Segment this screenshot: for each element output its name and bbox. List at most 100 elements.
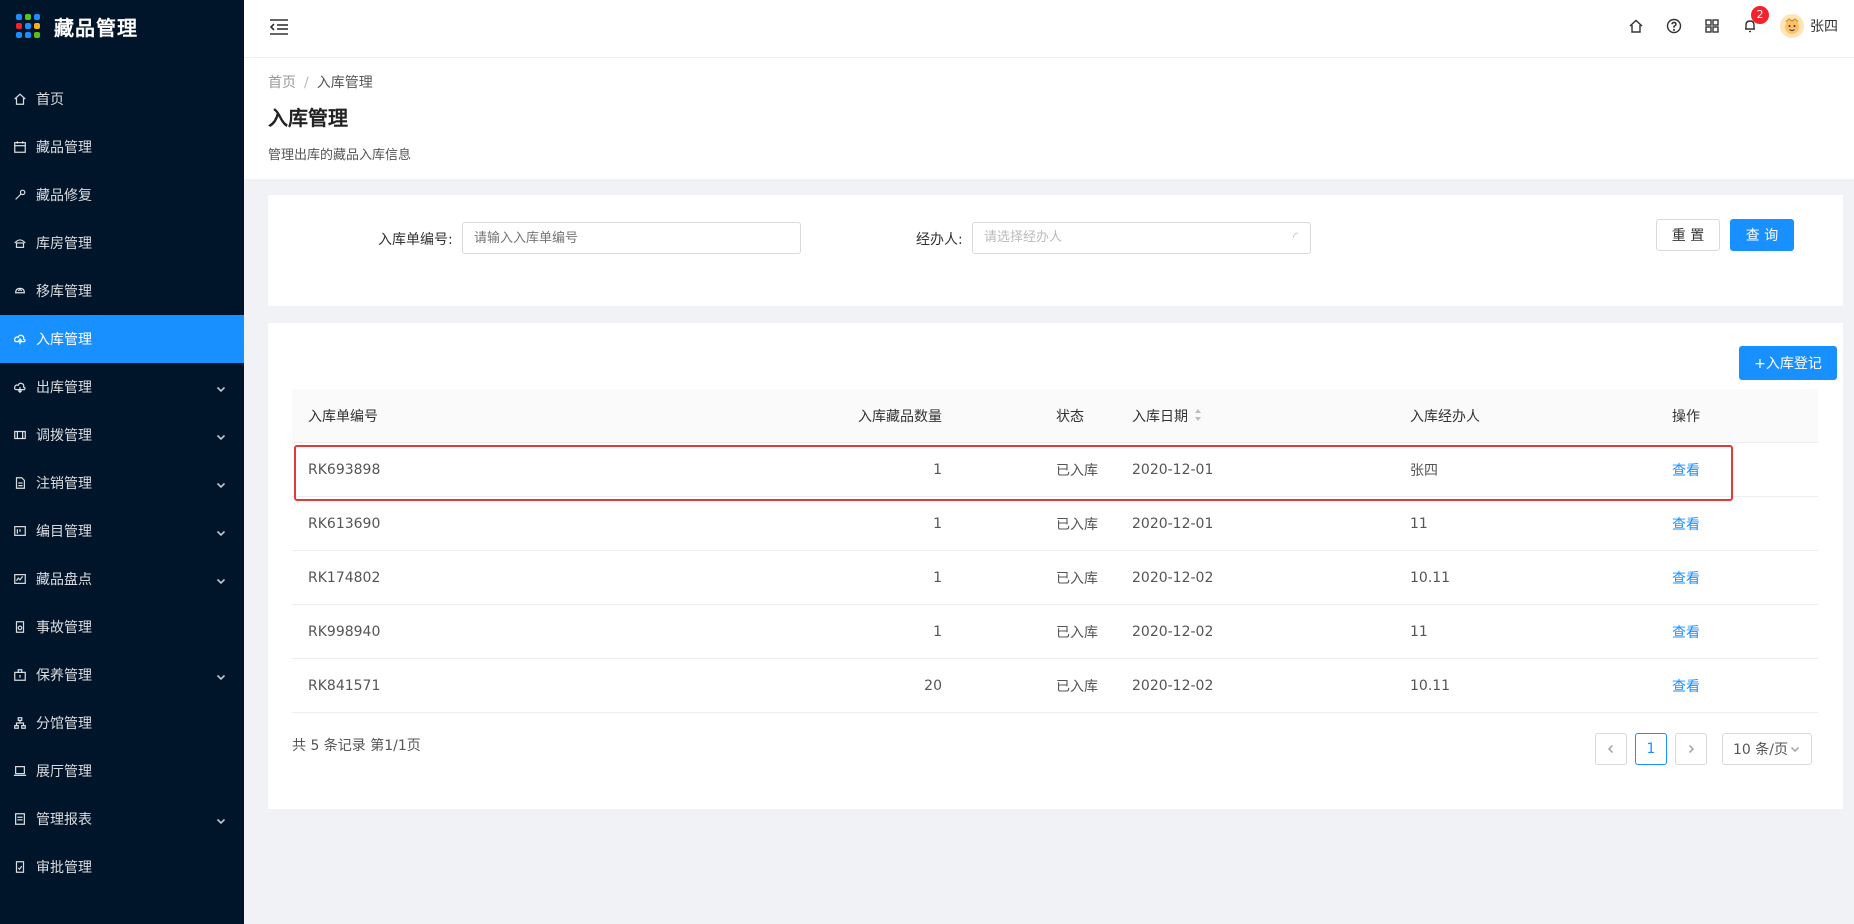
sidebar-item-5[interactable]: 入库管理 — [0, 315, 244, 363]
chevron-right-icon — [1688, 744, 1695, 754]
sort-icon[interactable] — [1194, 408, 1202, 426]
reset-button[interactable]: 重 置 — [1656, 219, 1720, 251]
cell-handler: 11 — [1410, 623, 1428, 640]
chevron-down-icon — [216, 670, 226, 681]
col-header-date-wrap[interactable]: 入库日期 — [1132, 406, 1410, 426]
view-link[interactable]: 查看 — [1672, 514, 1818, 534]
sidebar-item-6[interactable]: 出库管理 — [0, 363, 244, 411]
chevron-down-icon — [216, 814, 226, 825]
cell-count: 1 — [933, 569, 942, 586]
page-title: 入库管理 — [268, 106, 348, 130]
menu-fold-icon[interactable] — [268, 16, 290, 38]
chevron-down-icon — [216, 526, 226, 537]
cell-order-no: RK613690 — [308, 515, 381, 532]
sidebar-item-13[interactable]: 分馆管理 — [0, 699, 244, 747]
handler-select[interactable]: 请选择经办人 ◜ — [972, 222, 1311, 254]
order-no-input[interactable] — [462, 222, 801, 254]
cell-date: 2020-12-02 — [1132, 569, 1214, 586]
approval-icon — [12, 859, 28, 875]
cell-order-no: RK693898 — [308, 461, 381, 478]
page-size-select[interactable]: 10 条/页 — [1722, 733, 1812, 765]
file-icon — [12, 475, 28, 491]
query-button[interactable]: 查 询 — [1730, 219, 1794, 251]
transfer-icon — [12, 283, 28, 299]
laptop-icon — [12, 763, 28, 779]
branch-icon — [12, 715, 28, 731]
sidebar-item-7[interactable]: 调拨管理 — [0, 411, 244, 459]
sidebar-item-15[interactable]: 管理报表 — [0, 795, 244, 843]
logo[interactable]: 藏品管理 — [0, 0, 244, 52]
col-header-action: 操作 — [1672, 408, 1700, 425]
sidebar-item-0[interactable]: 首页 — [0, 75, 244, 123]
sidebar-item-label: 保养管理 — [36, 668, 92, 684]
apps-icon[interactable] — [1704, 18, 1720, 34]
header-actions: 2 张四 — [1628, 0, 1854, 52]
sidebar-item-2[interactable]: 藏品修复 — [0, 171, 244, 219]
wrench-icon — [12, 187, 28, 203]
chevron-down-icon — [216, 430, 226, 441]
sidebar-item-12[interactable]: 保养管理 — [0, 651, 244, 699]
sidebar-item-label: 藏品盘点 — [36, 572, 92, 588]
sidebar-item-11[interactable]: 事故管理 — [0, 603, 244, 651]
avatar — [1780, 14, 1804, 38]
view-link[interactable]: 查看 — [1672, 568, 1818, 588]
sidebar-item-14[interactable]: 展厅管理 — [0, 747, 244, 795]
cell-date: 2020-12-01 — [1132, 515, 1214, 532]
cell-handler: 张四 — [1410, 462, 1438, 479]
bell-icon[interactable]: 2 — [1742, 6, 1769, 34]
cell-date: 2020-12-02 — [1132, 623, 1214, 640]
page-1-button[interactable]: 1 — [1635, 733, 1667, 765]
cell-count: 20 — [924, 677, 942, 694]
username: 张四 — [1810, 19, 1838, 35]
prev-page-button[interactable] — [1595, 733, 1627, 765]
sidebar-item-label: 藏品管理 — [36, 140, 92, 156]
home-icon[interactable] — [1628, 18, 1644, 34]
cell-handler: 10.11 — [1410, 677, 1451, 694]
table-row: RK613690 1 已入库 2020-12-01 11 查看 — [292, 497, 1818, 551]
sidebar-item-16[interactable]: 审批管理 — [0, 843, 244, 891]
notification-badge: 2 — [1751, 6, 1769, 24]
chevron-down-icon — [216, 382, 226, 393]
sidebar-item-label: 编目管理 — [36, 524, 92, 540]
sidebar-item-label: 审批管理 — [36, 860, 92, 876]
sidebar-item-label: 调拨管理 — [36, 428, 92, 444]
sidebar-item-8[interactable]: 注销管理 — [0, 459, 244, 507]
handler-placeholder: 请选择经办人 — [984, 230, 1063, 245]
col-header-count: 入库藏品数量 — [858, 408, 942, 425]
breadcrumb-home[interactable]: 首页 — [268, 75, 296, 91]
next-page-button[interactable] — [1675, 733, 1707, 765]
sidebar-menu: 首页藏品管理藏品修复库房管理移库管理入库管理出库管理调拨管理注销管理编目管理藏品… — [0, 75, 244, 891]
cloud-download-icon — [12, 379, 28, 395]
sidebar-item-label: 移库管理 — [36, 284, 92, 300]
sidebar-item-label: 库房管理 — [36, 236, 92, 252]
sidebar-item-label: 入库管理 — [36, 332, 92, 348]
table-row: RK998940 1 已入库 2020-12-02 11 查看 — [292, 605, 1818, 659]
cell-count: 1 — [933, 515, 942, 532]
user-menu[interactable]: 张四 — [1780, 14, 1838, 38]
cell-count: 1 — [933, 461, 942, 478]
sidebar-item-10[interactable]: 藏品盘点 — [0, 555, 244, 603]
sidebar-item-3[interactable]: 库房管理 — [0, 219, 244, 267]
add-inbound-button[interactable]: +入库登记 — [1739, 346, 1837, 380]
search-panel: 入库单编号: 经办人: 请选择经办人 ◜ 重 置 查 询 — [268, 195, 1843, 306]
sidebar-item-4[interactable]: 移库管理 — [0, 267, 244, 315]
view-link[interactable]: 查看 — [1672, 676, 1818, 696]
help-icon[interactable] — [1666, 18, 1682, 34]
view-link[interactable]: 查看 — [1672, 460, 1818, 480]
maintenance-icon — [12, 667, 28, 683]
sidebar-item-1[interactable]: 藏品管理 — [0, 123, 244, 171]
view-link[interactable]: 查看 — [1672, 622, 1818, 642]
page-description: 管理出库的藏品入库信息 — [268, 148, 412, 163]
catalog-icon — [12, 523, 28, 539]
col-header-order-no: 入库单编号 — [308, 408, 378, 425]
sidebar-item-label: 分馆管理 — [36, 716, 92, 732]
sidebar-item-label: 管理报表 — [36, 812, 92, 828]
loading-icon: ◜ — [1292, 230, 1298, 245]
sidebar-item-9[interactable]: 编目管理 — [0, 507, 244, 555]
calendar-icon — [12, 139, 28, 155]
sidebar-item-label: 出库管理 — [36, 380, 92, 396]
cloud-upload-icon — [12, 331, 28, 347]
inbound-table: 入库单编号 入库藏品数量 状态 入库日期 入库经办人 操作 RK693898 1 已入… — [292, 389, 1818, 713]
app-title: 藏品管理 — [54, 15, 138, 40]
table-header: 入库单编号 入库藏品数量 状态 入库日期 入库经办人 操作 — [292, 389, 1818, 443]
